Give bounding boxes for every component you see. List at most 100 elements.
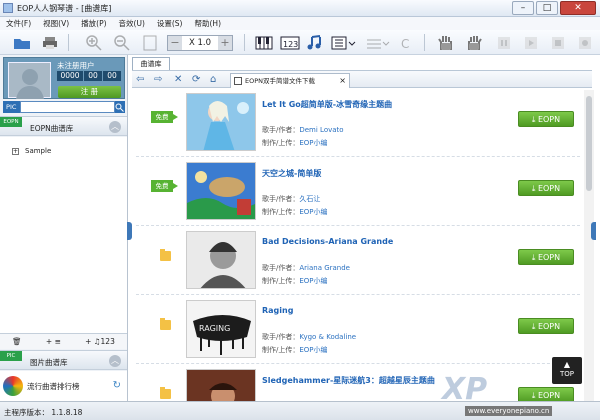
delete-icon[interactable]: 🗑 (12, 337, 22, 346)
song-thumbnail[interactable]: RAGING (186, 300, 256, 358)
search-input[interactable] (19, 101, 115, 113)
avatar[interactable] (8, 62, 51, 99)
song-uploader: 制作/上传：EOP小编 (262, 276, 328, 286)
eopn-download-button[interactable]: ⤓ EOPN (518, 180, 574, 196)
list-item: Sledgehammer-星际迷航3：超越星辰主题曲 ⤓ EOPN (136, 365, 580, 401)
add-list-button[interactable]: + ≡ (46, 337, 61, 346)
tree-item-sample[interactable]: + Sample (12, 147, 51, 155)
eopn-download-button[interactable]: ⤓ EOPN (518, 111, 574, 127)
zoom-minus-button[interactable]: − (168, 36, 182, 50)
popular-chart-item[interactable]: 流行曲谱排行榜 ↻ (0, 371, 127, 401)
pic-library-header[interactable]: PIC 图片曲谱库 ︿ (0, 350, 127, 370)
artist-link[interactable]: 久石让 (299, 195, 320, 203)
eopn-button-label: EOPN (537, 322, 561, 331)
pause-icon[interactable] (494, 33, 514, 52)
back-to-top-button[interactable]: ▲ TOP (552, 357, 582, 384)
forward-icon[interactable]: ⇨ (154, 74, 162, 85)
collapse-icon[interactable]: ︿ (109, 355, 121, 367)
home-icon[interactable]: ⌂ (210, 74, 216, 85)
hand-split-icon[interactable] (364, 33, 392, 52)
zoom-value: X 1.0 (188, 38, 212, 48)
refresh-icon[interactable]: ↻ (113, 380, 121, 391)
digit-box: 00 (103, 71, 121, 81)
layout-menu-icon[interactable] (330, 33, 358, 52)
pic-tag: PIC (0, 351, 22, 361)
song-thumbnail[interactable] (186, 93, 256, 151)
uploader-link[interactable]: EOP小编 (299, 208, 327, 216)
free-badge: 免费 (151, 111, 178, 123)
maximize-button[interactable]: □ (536, 1, 558, 15)
song-title[interactable]: 天空之城-简单版 (262, 168, 321, 179)
minimize-button[interactable]: – (512, 1, 534, 15)
menu-settings[interactable]: 设置(S) (151, 17, 189, 30)
zoom-out-icon[interactable] (112, 33, 132, 52)
song-title[interactable]: Let It Go超简单版-冰雪奇缘主题曲 (262, 99, 392, 110)
main-area: 曲谱库 ⇦ ⇨ ✕ ⟳ ⌂ EOPN双手简谱文件下载 × 免费 Let It G… (132, 55, 600, 401)
menu-view[interactable]: 视图(V) (37, 17, 75, 30)
title-bar: EOP人人钢琴谱 - [曲谱库] – □ ✕ (0, 0, 600, 17)
record-icon[interactable] (575, 33, 595, 52)
artist-link[interactable]: Ariana Grande (299, 264, 350, 272)
song-artist: 歌手/作者：Demi Lovato (262, 125, 344, 135)
eopn-download-button[interactable]: ⤓ EOPN (518, 387, 574, 401)
artist-link[interactable]: Kygo & Kodaline (299, 333, 356, 341)
zoom-plus-button[interactable]: + (218, 36, 232, 50)
song-artist: 歌手/作者：Kygo & Kodaline (262, 332, 356, 342)
play-icon[interactable] (521, 33, 541, 52)
redo-c-icon[interactable]: C (396, 33, 416, 52)
left-hand-icon[interactable] (436, 33, 456, 52)
uploader-link[interactable]: EOP小编 (299, 346, 327, 354)
tab-eopn-download[interactable]: EOPN双手简谱文件下载 × (230, 73, 350, 88)
eopn-download-button[interactable]: ⤓ EOPN (518, 318, 574, 334)
open-folder-icon[interactable] (12, 33, 32, 52)
search-icon[interactable] (114, 101, 125, 113)
search-type-tag[interactable]: PIC (3, 101, 20, 113)
uploader-link[interactable]: EOP小编 (299, 139, 327, 147)
song-title[interactable]: Bad Decisions-Ariana Grande (262, 237, 393, 246)
user-digits: 0000 00 00 (57, 71, 121, 81)
piano-keyboard-icon[interactable] (254, 33, 274, 52)
song-title[interactable]: Raging (262, 306, 293, 315)
eopn-download-button[interactable]: ⤓ EOPN (518, 249, 574, 265)
artist-label: 歌手/作者： (262, 126, 300, 134)
fit-page-icon[interactable] (140, 33, 160, 52)
add-score-button[interactable]: + ♫123 (85, 337, 115, 346)
print-icon[interactable] (40, 33, 60, 52)
tab-library[interactable]: 曲谱库 (132, 57, 170, 70)
menu-sound[interactable]: 音效(U) (113, 17, 151, 30)
menu-play[interactable]: 播放(P) (75, 17, 112, 30)
numbered-notation-icon[interactable]: 123 (280, 33, 300, 52)
scrollbar[interactable] (584, 90, 594, 401)
eopn-library-header[interactable]: EOPN EOPN曲谱库 ︿ (0, 116, 127, 136)
collapse-icon[interactable]: ︿ (109, 121, 121, 133)
zoom-in-icon[interactable] (84, 33, 104, 52)
close-tab-icon[interactable]: × (339, 74, 346, 88)
uploader-label: 制作/上传： (262, 346, 300, 354)
reload-icon[interactable]: ⟳ (192, 74, 200, 85)
uploader-link[interactable]: EOP小编 (299, 277, 327, 285)
window-title: EOP人人钢琴谱 - [曲谱库] (17, 4, 112, 13)
song-title[interactable]: Sledgehammer-星际迷航3：超越星辰主题曲 (262, 375, 435, 386)
register-button[interactable]: 注 册 (58, 86, 121, 98)
song-thumbnail[interactable] (186, 162, 256, 220)
artist-link[interactable]: Demi Lovato (299, 126, 343, 134)
page-icon (234, 77, 242, 85)
library-title: EOPN曲谱库 (30, 124, 74, 133)
expand-icon[interactable]: + (12, 147, 19, 155)
collapse-right-handle[interactable] (591, 222, 596, 240)
right-hand-icon[interactable] (464, 33, 484, 52)
top-label: TOP (559, 370, 574, 378)
song-thumbnail[interactable] (186, 369, 256, 401)
song-thumbnail[interactable] (186, 231, 256, 289)
close-button[interactable]: ✕ (560, 1, 596, 15)
staff-notation-icon[interactable] (305, 33, 325, 52)
list-item: Bad Decisions-Ariana Grande 歌手/作者：Ariana… (136, 227, 580, 295)
stop-load-icon[interactable]: ✕ (174, 74, 182, 85)
search-row: PIC (3, 101, 125, 113)
back-icon[interactable]: ⇦ (136, 74, 144, 85)
menu-help[interactable]: 帮助(H) (189, 17, 228, 30)
scrollbar-thumb[interactable] (586, 96, 592, 191)
menu-file[interactable]: 文件(F) (0, 17, 37, 30)
eopn-button-label: EOPN (537, 115, 561, 124)
stop-icon[interactable] (548, 33, 568, 52)
